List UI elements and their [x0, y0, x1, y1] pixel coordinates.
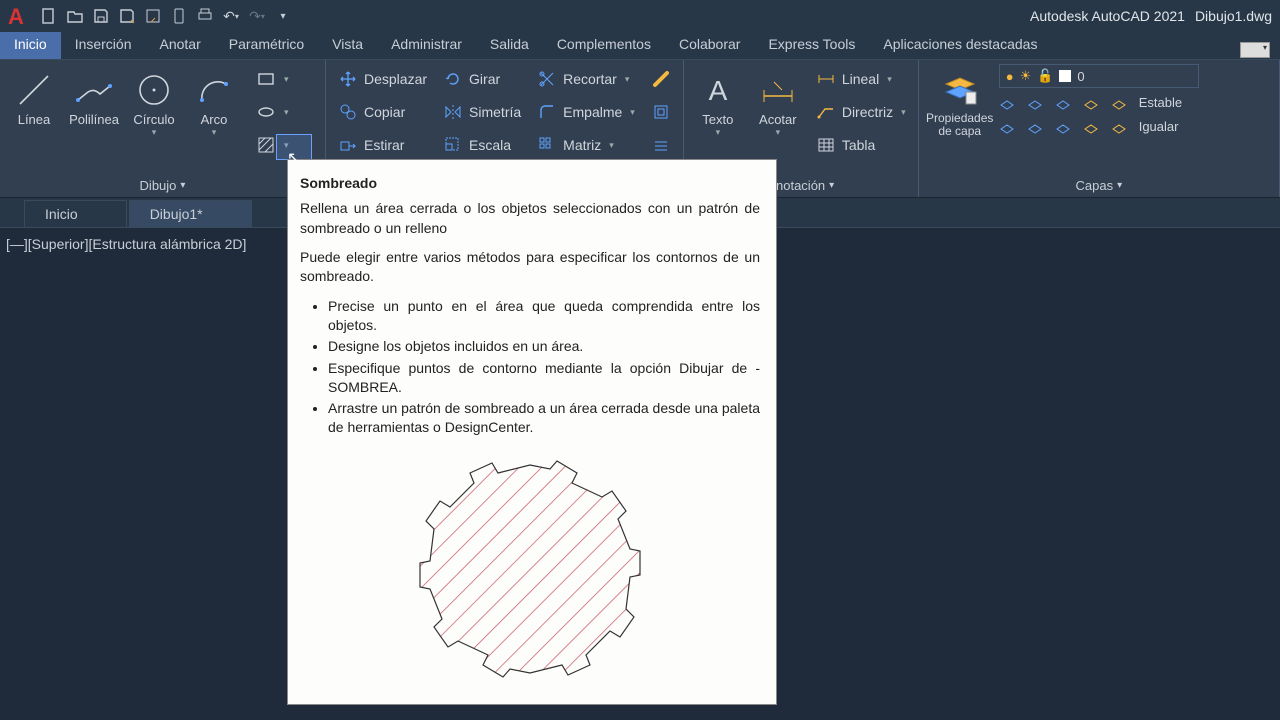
file-name: Dibujo1.dwg — [1195, 8, 1272, 24]
sombreado-tooltip: Sombreado Rellena un área cerrada o los … — [287, 159, 777, 705]
tooltip-li: Precise un punto en el área que queda co… — [328, 297, 760, 336]
save-icon[interactable] — [92, 7, 110, 25]
quick-access-toolbar: ↶▾ ↷▾ ▾ — [40, 7, 292, 25]
explode-button[interactable] — [645, 97, 677, 127]
tab-anotar[interactable]: Anotar — [146, 32, 215, 59]
lineal-button[interactable]: Lineal▾ — [810, 64, 912, 94]
establecer-label[interactable]: Estable — [1139, 95, 1182, 113]
ellipse-button[interactable]: ▾ — [250, 97, 295, 127]
tab-administrar[interactable]: Administrar — [377, 32, 476, 59]
tabla-button[interactable]: Tabla — [810, 130, 912, 160]
color-swatch-icon — [1059, 70, 1071, 82]
tab-complementos[interactable]: Complementos — [543, 32, 665, 59]
recortar-button[interactable]: Recortar▾ — [531, 64, 641, 94]
ribbon-toggle-icon[interactable]: ▾ — [1240, 42, 1270, 58]
layer-freeze-icon[interactable] — [1027, 95, 1045, 113]
cursor-icon: ↖ — [287, 148, 300, 168]
desplazar-button[interactable]: Desplazar — [332, 64, 433, 94]
arco-button[interactable]: Arco — [186, 64, 242, 173]
directriz-button[interactable]: Directriz▾ — [810, 97, 912, 127]
print-icon[interactable] — [196, 7, 214, 25]
doctab-dibujo1[interactable]: Dibujo1* — [129, 200, 252, 227]
panel-title-dibujo[interactable]: Dibujo ▾ — [0, 173, 325, 197]
layer-thaw-icon[interactable] — [1027, 119, 1045, 137]
propiedades-capa-label: Propiedades de capa — [925, 112, 995, 138]
rectangle-button[interactable]: ▾ — [250, 64, 295, 94]
viewport-controls[interactable]: [—][Superior][Estructura alámbrica 2D] — [6, 236, 246, 252]
offset-button[interactable] — [645, 130, 677, 160]
estirar-button[interactable]: Estirar — [332, 130, 433, 160]
igualar-label[interactable]: Igualar — [1139, 119, 1179, 137]
polilinea-button[interactable]: Polilínea — [66, 64, 122, 173]
polilinea-label: Polilínea — [69, 112, 119, 127]
open-icon[interactable] — [66, 7, 84, 25]
saveas-icon[interactable] — [118, 7, 136, 25]
layer-uniso-icon[interactable] — [1083, 119, 1101, 137]
tooltip-desc2: Puede elegir entre varios métodos para e… — [300, 248, 760, 287]
web-icon[interactable] — [144, 7, 162, 25]
tab-salida[interactable]: Salida — [476, 32, 543, 59]
tooltip-li: Designe los objetos incluidos en un área… — [328, 337, 760, 356]
empalme-button[interactable]: Empalme▾ — [531, 97, 641, 127]
undo-icon[interactable]: ↶▾ — [222, 7, 240, 25]
tab-parametrico[interactable]: Paramétrico — [215, 32, 318, 59]
texto-label: Texto — [702, 112, 733, 127]
layer-unlock-icon[interactable] — [1055, 119, 1073, 137]
layer-selector[interactable]: ● ☀ 🔓 0 — [999, 64, 1199, 88]
tooltip-li: Especifique puntos de contorno mediante … — [328, 359, 760, 398]
copiar-button[interactable]: Copiar — [332, 97, 433, 127]
layer-lock-icon[interactable] — [1055, 95, 1073, 113]
panel-title-capas[interactable]: Capas ▾ — [919, 173, 1279, 197]
bulb-icon: ● — [1006, 69, 1014, 84]
panel-dibujo: Línea Polilínea Círculo Arco ▾ ▾ ▾ — [0, 60, 326, 197]
circulo-label: Círculo — [133, 112, 174, 127]
tab-insercion[interactable]: Inserción — [61, 32, 146, 59]
app-logo[interactable]: A — [8, 4, 32, 28]
titlebar: A ↶▾ ↷▾ ▾ Autodesk AutoCAD 2021 Dibujo1.… — [0, 0, 1280, 32]
acotar-button[interactable]: Acotar — [750, 64, 806, 173]
svg-text:A: A — [708, 75, 727, 106]
tooltip-illustration — [300, 454, 760, 684]
qat-dropdown-icon[interactable]: ▾ — [274, 7, 292, 25]
layer-on-icon[interactable] — [999, 119, 1017, 137]
doctab-inicio[interactable]: Inicio — [24, 200, 127, 227]
tab-colaborar[interactable]: Colaborar — [665, 32, 754, 59]
linea-button[interactable]: Línea — [6, 64, 62, 173]
lock-icon: 🔓 — [1037, 68, 1053, 84]
layer-match-icon[interactable] — [1111, 119, 1129, 137]
linea-label: Línea — [18, 112, 51, 127]
tab-vista[interactable]: Vista — [318, 32, 377, 59]
new-icon[interactable] — [40, 7, 58, 25]
ribbon-tabs: Inicio Inserción Anotar Paramétrico Vist… — [0, 32, 1280, 60]
tooltip-li: Arrastre un patrón de sombreado a un áre… — [328, 399, 760, 438]
tooltip-title: Sombreado — [300, 174, 760, 193]
layer-name: 0 — [1077, 69, 1084, 84]
tab-express-tools[interactable]: Express Tools — [754, 32, 869, 59]
redo-icon[interactable]: ↷▾ — [248, 7, 266, 25]
simetria-button[interactable]: Simetría — [437, 97, 527, 127]
acotar-label: Acotar — [759, 112, 797, 127]
mobile-icon[interactable] — [170, 7, 188, 25]
erase-button[interactable] — [645, 64, 677, 94]
propiedades-capa-button[interactable]: Propiedades de capa — [925, 64, 995, 173]
sun-icon: ☀ — [1020, 68, 1032, 84]
arco-label: Arco — [201, 112, 228, 127]
tab-inicio[interactable]: Inicio — [0, 32, 61, 59]
layer-iso-icon[interactable] — [1083, 95, 1101, 113]
layer-make-icon[interactable] — [1111, 95, 1129, 113]
app-title: Autodesk AutoCAD 2021 — [1030, 8, 1185, 24]
tooltip-desc: Rellena un área cerrada o los objetos se… — [300, 199, 760, 238]
matriz-button[interactable]: Matriz▾ — [531, 130, 641, 160]
panel-capas: Propiedades de capa ● ☀ 🔓 0 — [919, 60, 1280, 197]
tooltip-list: Precise un punto en el área que queda co… — [328, 297, 760, 438]
girar-button[interactable]: Girar — [437, 64, 527, 94]
circulo-button[interactable]: Círculo — [126, 64, 182, 173]
layer-off-icon[interactable] — [999, 95, 1017, 113]
tab-aplicaciones[interactable]: Aplicaciones destacadas — [869, 32, 1051, 59]
escala-button[interactable]: Escala — [437, 130, 527, 160]
texto-button[interactable]: A Texto — [690, 64, 746, 173]
